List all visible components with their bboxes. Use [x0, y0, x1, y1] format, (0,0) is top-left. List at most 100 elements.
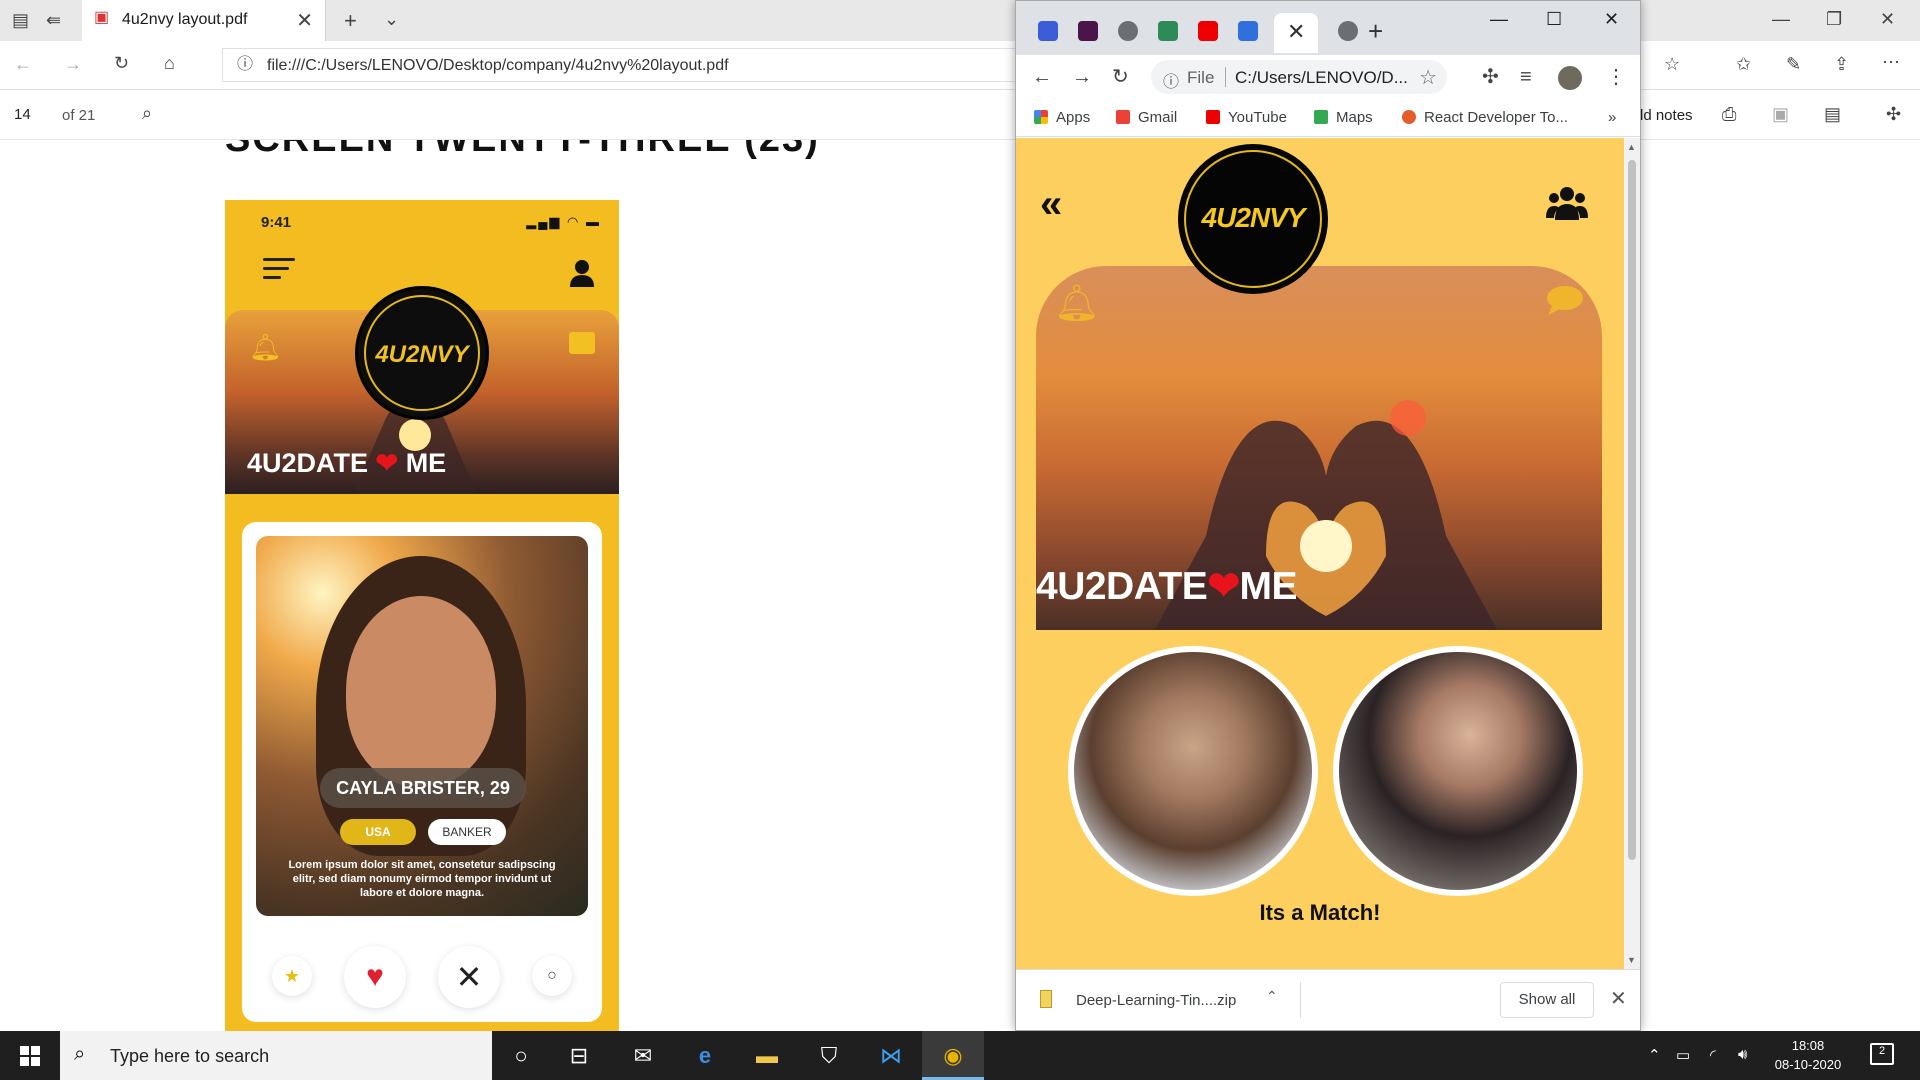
vertical-scrollbar[interactable]: ▲ ▼: [1624, 138, 1640, 969]
search-icon[interactable]: ⌕: [142, 104, 152, 122]
tab-favicon-sheet-icon[interactable]: [1158, 21, 1178, 41]
show-hidden-icons-chevron-icon[interactable]: ⌃: [1648, 1046, 1661, 1064]
pdf-heading: SCREEN TWENTY-THREE (23): [225, 140, 820, 161]
set-tabs-aside-icon[interactable]: ⇚: [46, 11, 61, 29]
status-time: 9:41: [261, 214, 292, 231]
new-tab-icon[interactable]: +: [1368, 16, 1383, 47]
minimize-icon[interactable]: —: [1772, 10, 1790, 28]
reload-icon[interactable]: ↻: [1112, 67, 1129, 87]
profile-card: CAYLA BRISTER, 29 USA BANKER Lorem ipsum…: [242, 522, 602, 1022]
close-window-icon[interactable]: ✕: [1880, 10, 1895, 28]
bookmark-star-icon[interactable]: ☆: [1419, 65, 1437, 90]
print-icon[interactable]: ⎙: [1722, 105, 1736, 123]
chat-icon[interactable]: [1546, 284, 1584, 316]
chrome-icon[interactable]: ◉: [922, 1031, 984, 1080]
info-icon[interactable]: ⓘ: [1163, 68, 1179, 92]
save-icon[interactable]: ▣: [1772, 105, 1789, 123]
cortana-icon[interactable]: ○: [490, 1031, 552, 1080]
clock[interactable]: 18:08 08-10-2020: [1770, 1036, 1846, 1074]
minimize-icon[interactable]: —: [1490, 9, 1508, 30]
group-users-icon[interactable]: [1546, 184, 1588, 224]
pen-icon[interactable]: ✎: [1786, 55, 1801, 73]
scroll-thumb[interactable]: [1628, 160, 1636, 860]
downloads-bar: Deep-Learning-Tin....zip ⌃ Show all ✕: [1016, 969, 1640, 1030]
match-avatar-user: [1068, 646, 1318, 896]
apps-grid-icon: [1034, 110, 1048, 124]
profile-avatar[interactable]: [1558, 66, 1582, 90]
notification-center-icon[interactable]: 2: [1870, 1043, 1894, 1065]
bookmark-maps[interactable]: Maps: [1314, 109, 1373, 126]
bookmarks-overflow[interactable]: »: [1608, 109, 1616, 126]
new-tab-icon[interactable]: +: [344, 10, 357, 32]
file-explorer-icon[interactable]: ▬: [736, 1031, 798, 1080]
tab-close-icon[interactable]: ✕: [1287, 19, 1305, 45]
tab-favicon-globe2-icon[interactable]: [1338, 21, 1358, 41]
wifi-icon[interactable]: ◜: [1710, 1046, 1716, 1064]
favorites-icon[interactable]: ✩: [1736, 55, 1751, 73]
share-icon[interactable]: ⇪: [1834, 55, 1849, 73]
download-item[interactable]: Deep-Learning-Tin....zip: [1076, 992, 1236, 1009]
chrome-window: ✕ + — ☐ ✕ ← → ↻ ⓘ File C:/Users/LENOVO/D…: [1015, 0, 1641, 1031]
add-notes-button[interactable]: ld notes: [1640, 107, 1693, 124]
restore-icon[interactable]: ❐: [1826, 10, 1842, 28]
tab-favicon-app-icon[interactable]: [1238, 21, 1258, 41]
tab-favicon-slack-icon[interactable]: [1078, 21, 1098, 41]
mail-icon[interactable]: ✉: [612, 1031, 674, 1080]
store-icon[interactable]: ⛉: [798, 1031, 860, 1080]
chevron-up-icon[interactable]: ⌃: [1266, 988, 1278, 1005]
extensions-icon[interactable]: ✣: [1482, 67, 1499, 87]
info-icon[interactable]: ⓘ: [237, 57, 253, 73]
maximize-icon[interactable]: ☐: [1546, 9, 1562, 30]
chrome-nav-bar: ← → ↻ ⓘ File C:/Users/LENOVO/D... ☆ ✣ ≡ …: [1016, 55, 1640, 99]
taskbar-search-box[interactable]: ⌕ Type here to search: [60, 1031, 492, 1080]
url-text: C:/Users/LENOVO/D...: [1235, 68, 1408, 87]
home-icon[interactable]: ⌂: [164, 54, 175, 72]
favorite-star-icon[interactable]: ☆: [1664, 55, 1680, 73]
omnibox[interactable]: ⓘ File C:/Users/LENOVO/D... ☆: [1151, 60, 1447, 94]
tab-active[interactable]: ✕: [1274, 13, 1318, 53]
windows-start-icon[interactable]: [0, 1031, 60, 1080]
refresh-icon[interactable]: ↻: [114, 54, 129, 72]
tab-list-chevron-icon[interactable]: ⌄: [384, 10, 399, 28]
page-total: of 21: [62, 107, 96, 124]
tab-favicon-youtube-icon[interactable]: [1198, 21, 1218, 41]
match-avatar-partner: [1333, 646, 1583, 896]
tab-favicon-globe-icon[interactable]: [1118, 21, 1138, 41]
page-number-input[interactable]: 14: [8, 101, 50, 129]
close-downloads-icon[interactable]: ✕: [1610, 986, 1627, 1011]
edge-icon[interactable]: e: [674, 1031, 736, 1080]
battery-icon[interactable]: ▭: [1676, 1046, 1690, 1064]
pin-icon[interactable]: ✣: [1886, 105, 1901, 123]
back-icon[interactable]: ←: [1032, 67, 1052, 87]
tab-favicon-es-icon[interactable]: [1038, 21, 1058, 41]
show-all-button[interactable]: Show all: [1500, 982, 1594, 1018]
double-chevron-left-icon[interactable]: «: [1040, 184, 1062, 224]
tab-close-icon[interactable]: ✕: [296, 8, 313, 33]
tab-title: 4u2nvy layout.pdf: [122, 11, 248, 28]
bookmark-react-dev[interactable]: React Developer To...: [1402, 109, 1568, 126]
back-icon[interactable]: ←: [14, 55, 32, 73]
forward-icon[interactable]: →: [1072, 67, 1092, 87]
close-window-icon[interactable]: ✕: [1604, 9, 1619, 30]
menu-dots-icon[interactable]: ⋮: [1606, 67, 1626, 87]
scroll-down-icon[interactable]: ▼: [1627, 955, 1636, 965]
scroll-up-icon[interactable]: ▲: [1627, 142, 1636, 152]
media-icon[interactable]: ≡: [1520, 67, 1532, 87]
bell-icon[interactable]: 🔔︎: [1054, 282, 1100, 324]
tab-pdf[interactable]: ▣ 4u2nvy layout.pdf ✕: [82, 0, 326, 41]
bookmark-apps[interactable]: Apps: [1034, 109, 1090, 126]
bookmark-youtube[interactable]: YouTube: [1206, 109, 1287, 126]
save-as-icon[interactable]: ▤: [1824, 105, 1841, 123]
vscode-icon[interactable]: ⋈: [860, 1031, 922, 1080]
volume-icon[interactable]: 🔊︎: [1738, 1046, 1747, 1063]
more-icon[interactable]: ⋯: [1882, 53, 1900, 71]
maps-icon: [1314, 110, 1328, 124]
tab-actions-icon[interactable]: ▤: [12, 11, 29, 29]
bookmark-gmail[interactable]: Gmail: [1116, 109, 1177, 126]
task-view-icon[interactable]: ⊟: [548, 1031, 610, 1080]
react-dev-icon: [1402, 110, 1416, 124]
tag-job: BANKER: [428, 819, 506, 845]
forward-icon[interactable]: →: [64, 55, 82, 73]
brand-logo: 4U2NVY: [1178, 144, 1328, 294]
gmail-icon: [1116, 110, 1130, 124]
